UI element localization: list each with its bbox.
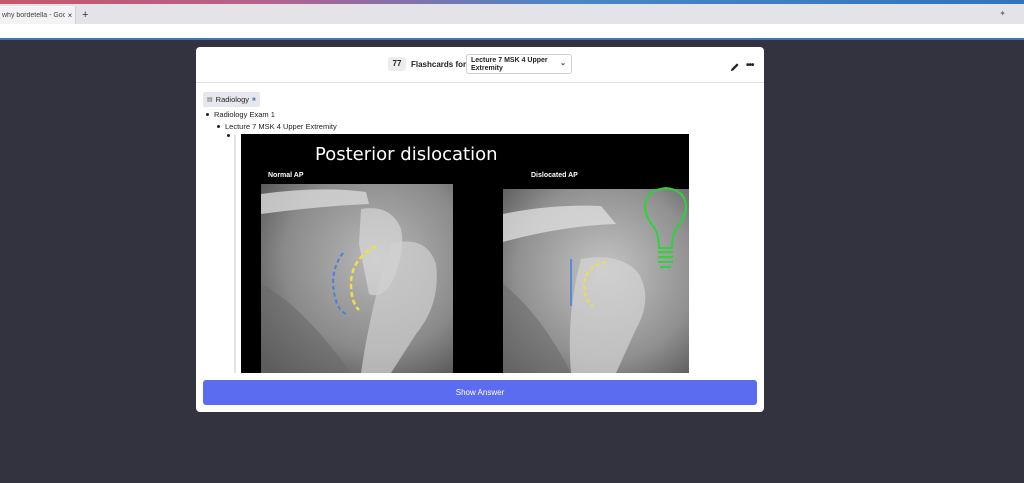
image-label-normal: Normal AP: [268, 172, 304, 179]
tag-label: Radiology: [215, 95, 250, 104]
bullet-icon: [227, 134, 230, 137]
lock-icon: ■: [252, 96, 256, 103]
image-label-dislocated: Dislocated AP: [531, 172, 578, 179]
xray-illustration: [261, 184, 689, 373]
content-indent-bar: [234, 135, 236, 373]
outline-label: Lecture 7 MSK 4 Upper Extremity: [225, 122, 337, 131]
outline-item-level1: Radiology Exam 1: [206, 110, 275, 119]
xray-image: Posterior dislocation Normal AP Dislocat…: [241, 134, 689, 373]
browser-tab-bar: why bordetella - Google Se × + ✦: [0, 4, 1024, 24]
pencil-icon[interactable]: [730, 62, 740, 72]
outline-item-level2: Lecture 7 MSK 4 Upper Extremity: [217, 122, 337, 131]
flashcard-header: 77 Flashcards for Lecture 7 MSK 4 Upper …: [196, 47, 764, 83]
show-answer-button[interactable]: Show Answer: [203, 380, 757, 405]
address-bar[interactable]: [0, 24, 1024, 40]
chevron-down-icon: ⌄: [560, 60, 566, 67]
extension-icon[interactable]: ✦: [999, 9, 1006, 18]
card-count-badge: 77: [388, 57, 406, 71]
deck-select-value: Lecture 7 MSK 4 Upper Extremity: [471, 57, 548, 72]
radiology-tag[interactable]: ▤ Radiology ■: [203, 92, 260, 107]
image-title: Posterior dislocation: [315, 144, 498, 165]
tab-close-icon[interactable]: ×: [65, 11, 75, 20]
outline-label: Radiology Exam 1: [214, 110, 275, 119]
new-tab-icon[interactable]: +: [82, 9, 88, 21]
browser-tab-title: why bordetella - Google Se: [2, 11, 65, 19]
deck-select[interactable]: Lecture 7 MSK 4 Upper Extremity ⌄: [466, 54, 572, 74]
bullet-icon: [217, 125, 220, 128]
browser-tab[interactable]: why bordetella - Google Se ×: [0, 6, 76, 24]
more-options-icon[interactable]: •••: [746, 61, 754, 71]
document-icon: ▤: [207, 97, 213, 103]
flashcards-for-label: Flashcards for: [411, 60, 467, 69]
flashcard-panel: 77 Flashcards for Lecture 7 MSK 4 Upper …: [196, 47, 764, 412]
bullet-icon: [206, 113, 209, 116]
